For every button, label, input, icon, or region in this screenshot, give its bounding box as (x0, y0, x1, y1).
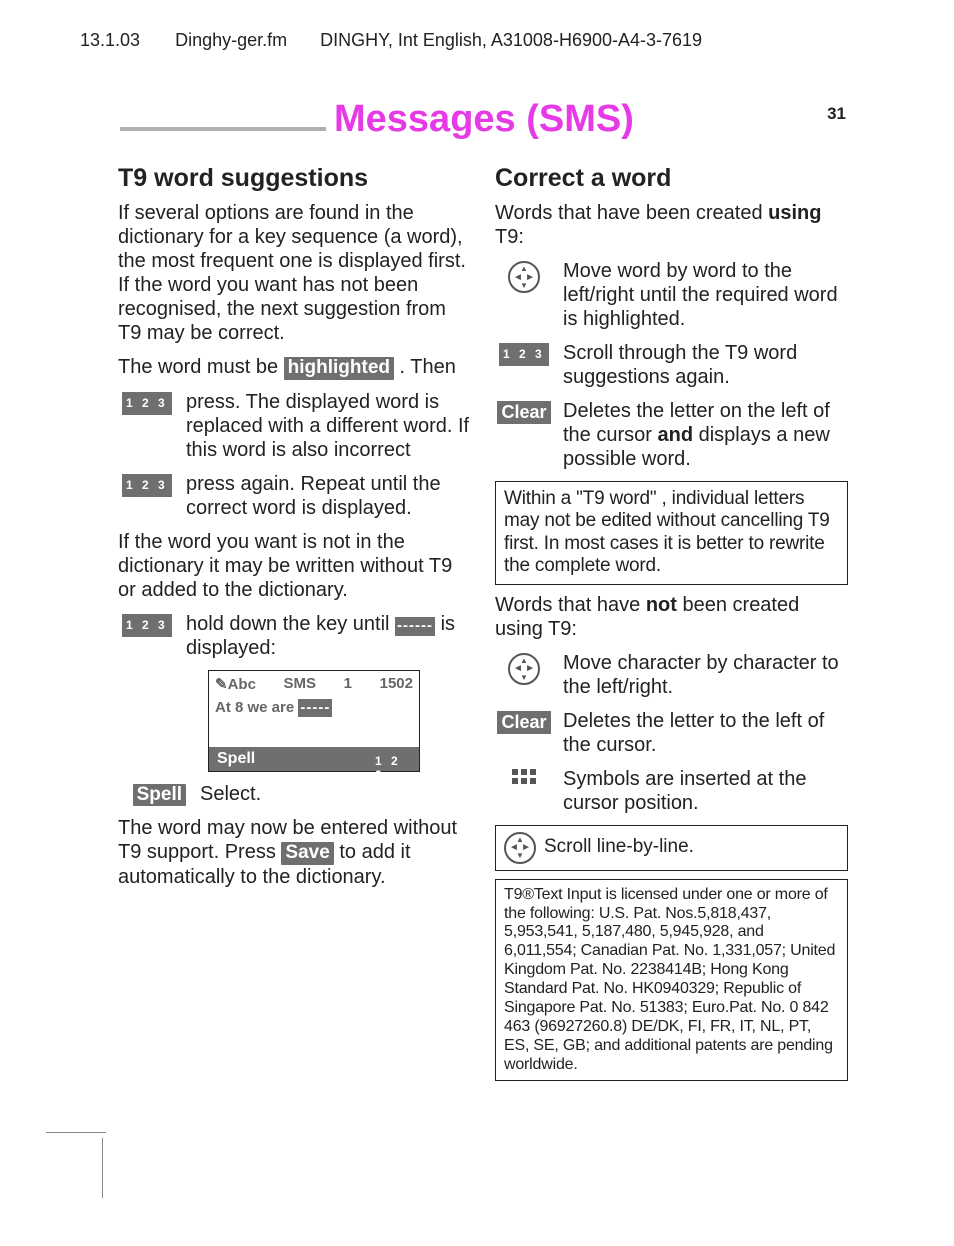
clear-row-2: Clear Deletes the letter to the left of … (495, 709, 848, 757)
step-press-2: press again. Repeat until the correct wo… (118, 472, 471, 520)
step-press-1: press. The displayed word is replaced wi… (118, 390, 471, 462)
nav-char-text: Move character by character to the left/… (563, 651, 848, 699)
clear-button: Clear (497, 401, 550, 424)
screen-title: SMS (284, 675, 317, 692)
step3-text: hold down the key until ------ is displa… (186, 612, 471, 660)
softkey-spell[interactable]: Spell (217, 750, 255, 768)
dpad-icon: ▲▼ (508, 653, 540, 685)
scroll-line-text: Scroll line-by-line. (544, 836, 694, 858)
scroll-t9-row: Scroll through the T9 word suggestions a… (495, 341, 848, 389)
scroll-t9-text: Scroll through the T9 word suggestions a… (563, 341, 848, 389)
step2-text: press again. Repeat until the correct wo… (186, 472, 471, 520)
doc-header: 13.1.03 Dinghy-ger.fm DINGHY, Int Englis… (80, 30, 914, 51)
crop-mark (46, 1132, 106, 1133)
t9-dict-note: If the word you want is not in the dicti… (118, 530, 471, 602)
dpad-icon: ▲▼ (504, 832, 536, 864)
symbols-row: Symbols are inserted at the cursor posit… (495, 767, 848, 815)
scroll-line-box: ▲▼ Scroll line-by-line. (495, 825, 848, 871)
patent-notice: T9®Text Input is licensed under one or m… (495, 879, 848, 1082)
left-column: T9 word suggestions If several options a… (118, 158, 471, 1206)
keypad-icon (499, 343, 549, 366)
save-note: The word may now be entered without T9 s… (118, 816, 471, 889)
correct-heading: Correct a word (495, 164, 848, 193)
header-date: 13.1.03 (80, 30, 140, 50)
save-chip: Save (281, 842, 333, 865)
t9-edit-note-box: Within a "T9 word" , individual letters … (495, 481, 848, 585)
title-rule (120, 127, 326, 131)
spell-row: Spell Select. (118, 782, 471, 806)
mode-indicator: ✎Abc (215, 675, 256, 693)
phone-screen-mock: ✎Abc SMS 1 1502 At 8 we are ----- Spell (208, 670, 420, 772)
symbols-grid-icon (512, 769, 536, 793)
t9-heading: T9 word suggestions (118, 164, 471, 193)
keypad-icon (122, 392, 172, 415)
t9-intro: If several options are found in the dict… (118, 201, 471, 345)
step1-text: press. The displayed word is replaced wi… (186, 390, 471, 462)
not-t9-line: Words that have not been created using T… (495, 593, 848, 641)
nav-word-text: Move word by word to the left/right unti… (563, 259, 848, 331)
msg-count: 1 (344, 675, 352, 692)
crop-mark (102, 1138, 103, 1198)
dpad-icon: ▲▼ (508, 261, 540, 293)
nav-word-row: ▲▼ Move word by word to the left/right u… (495, 259, 848, 331)
using-t9-line: Words that have been created using T9: (495, 201, 848, 249)
right-column: Correct a word Words that have been crea… (495, 158, 848, 1206)
clear-text-1: Deletes the letter on the left of the cu… (563, 399, 848, 471)
char-max: 1502 (380, 675, 413, 692)
compose-text: At 8 we are ----- (209, 697, 419, 747)
spell-chip: Spell (133, 784, 186, 806)
header-doc: DINGHY, Int English, A31008-H6900-A4-3-7… (320, 30, 702, 50)
header-file: Dinghy-ger.fm (175, 30, 287, 50)
nav-char-row: ▲▼ Move character by character to the le… (495, 651, 848, 699)
dash-chip: ------ (395, 617, 435, 636)
page-title: Messages (SMS) (334, 98, 634, 141)
highlighted-chip: highlighted (284, 357, 394, 380)
keypad-icon (122, 474, 172, 497)
page-number: 31 (827, 104, 846, 124)
softkey-keypad-icon[interactable] (371, 750, 411, 768)
title-row: Messages (SMS) (120, 98, 846, 141)
clear-text-2: Deletes the letter to the left of the cu… (563, 709, 848, 757)
spell-desc: Select. (200, 782, 471, 806)
step-hold: hold down the key until ------ is displa… (118, 612, 471, 660)
symbols-text: Symbols are inserted at the cursor posit… (563, 767, 848, 815)
clear-row-1: Clear Deletes the letter on the left of … (495, 399, 848, 471)
t9-highlight-line: The word must be highlighted . Then (118, 355, 471, 380)
clear-button: Clear (497, 711, 550, 734)
keypad-icon (122, 614, 172, 637)
